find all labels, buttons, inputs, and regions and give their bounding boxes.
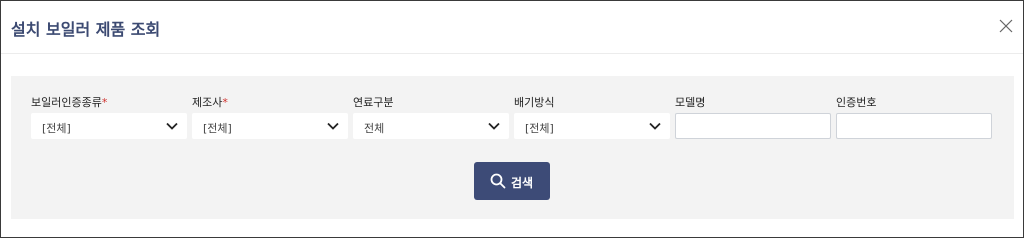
filter-cert-number: 인증번호 <box>836 95 992 139</box>
exhaust-method-value: [전체] <box>525 122 554 135</box>
search-button[interactable]: 검색 <box>474 162 550 200</box>
boiler-cert-type-label: 보일러인증종류 <box>31 96 102 109</box>
cert-number-label: 인증번호 <box>836 96 877 109</box>
model-name-input[interactable] <box>675 113 831 139</box>
close-button[interactable] <box>997 17 1015 35</box>
boiler-cert-type-select[interactable]: [전체] <box>31 113 187 139</box>
chevron-down-icon <box>488 122 500 130</box>
required-mark: * <box>222 96 228 109</box>
filter-manufacturer: 제조사* [전체] <box>192 95 348 139</box>
required-mark: * <box>101 96 108 109</box>
search-button-label: 검색 <box>511 176 534 190</box>
manufacturer-label: 제조사 <box>192 96 223 109</box>
dialog-header: 설치 보일러 제품 조회 <box>1 1 1023 54</box>
filter-model-name: 모델명 <box>675 95 831 139</box>
model-name-label: 모델명 <box>675 96 706 109</box>
exhaust-method-label: 배기방식 <box>514 96 555 109</box>
chevron-down-icon <box>327 122 339 130</box>
filter-exhaust-method: 배기방식 [전체] <box>514 95 670 139</box>
fuel-type-value: 전체 <box>364 122 385 135</box>
product-search-dialog: 설치 보일러 제품 조회 보일러인증종류* [전체] 제조사* [전체] 연료구… <box>0 0 1024 238</box>
manufacturer-select[interactable]: [전체] <box>192 113 348 139</box>
filter-fuel-type: 연료구분 전체 <box>353 95 509 139</box>
manufacturer-value: [전체] <box>203 122 232 135</box>
close-icon <box>999 19 1013 33</box>
chevron-down-icon <box>649 122 661 130</box>
boiler-cert-type-value: [전체] <box>42 122 71 135</box>
fuel-type-select[interactable]: 전체 <box>353 113 509 139</box>
cert-number-input[interactable] <box>836 113 992 139</box>
dialog-title: 설치 보일러 제품 조회 <box>11 20 161 39</box>
fuel-type-label: 연료구분 <box>353 96 394 109</box>
search-icon <box>490 173 506 189</box>
exhaust-method-select[interactable]: [전체] <box>514 113 670 139</box>
filter-boiler-cert-type: 보일러인증종류* [전체] <box>31 95 187 139</box>
chevron-down-icon <box>166 122 178 130</box>
search-filter-panel: 보일러인증종류* [전체] 제조사* [전체] 연료구분 전체 배기방식 [전체… <box>11 76 1014 219</box>
